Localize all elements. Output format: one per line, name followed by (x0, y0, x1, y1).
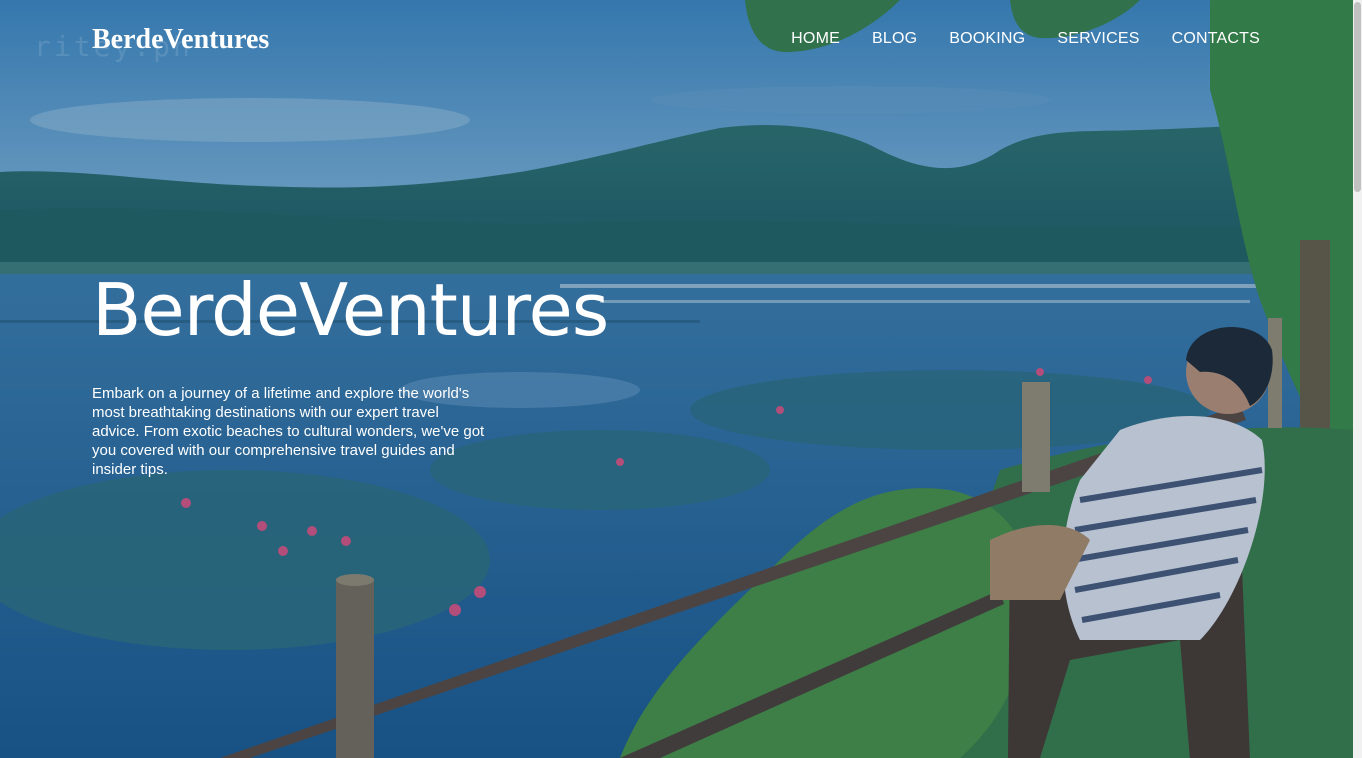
hero-background-image (0, 0, 1353, 758)
page-scrollbar[interactable] (1353, 0, 1362, 758)
site-logo[interactable]: BerdeVentures (92, 24, 269, 56)
nav-link-services[interactable]: SERVICES (1057, 30, 1139, 48)
nav-link-contacts[interactable]: CONTACTS (1172, 30, 1260, 48)
browser-viewport: ritey.ph BerdeVentures HOME BLOG BOOKING… (0, 0, 1362, 758)
nav-link-booking[interactable]: BOOKING (949, 30, 1025, 48)
nav-link-home[interactable]: HOME (791, 30, 840, 48)
nav-link-blog[interactable]: BLOG (872, 30, 917, 48)
scrollbar-thumb[interactable] (1354, 2, 1361, 192)
hero-title: BerdeVentures (92, 268, 609, 352)
main-navigation: HOME BLOG BOOKING SERVICES CONTACTS (791, 30, 1260, 48)
hero-description: Embark on a journey of a lifetime and ex… (92, 385, 485, 478)
